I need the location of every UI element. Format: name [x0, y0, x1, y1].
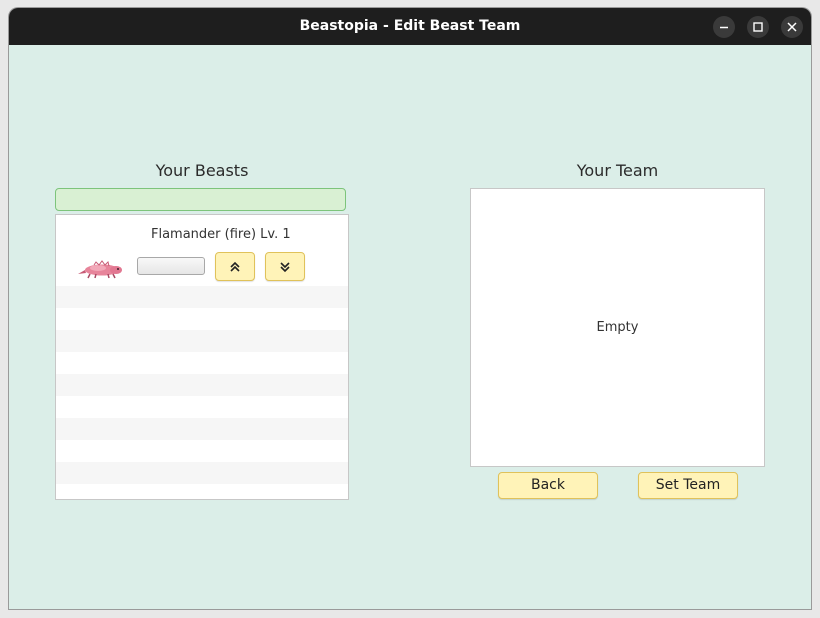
- team-title: Your Team: [576, 161, 659, 180]
- beasts-title: Your Beasts: [155, 161, 249, 180]
- double-chevron-up-icon: [230, 261, 240, 272]
- list-row-empty: [56, 374, 348, 396]
- list-row-empty: [56, 484, 348, 499]
- beast-list[interactable]: Flamander (fire) Lv. 1: [55, 214, 349, 500]
- beast-name-label: Flamander (fire) Lv. 1: [151, 227, 291, 242]
- team-empty-placeholder: Empty: [596, 320, 639, 335]
- list-row-empty: [56, 462, 348, 484]
- close-button[interactable]: [781, 16, 803, 38]
- beast-nickname-input[interactable]: [137, 257, 205, 275]
- list-row-empty: [56, 418, 348, 440]
- beast-search-input[interactable]: [55, 188, 346, 211]
- minimize-button[interactable]: [713, 16, 735, 38]
- title-bar[interactable]: Beastopia - Edit Beast Team: [9, 8, 811, 45]
- double-chevron-down-icon: [280, 261, 290, 272]
- set-team-button[interactable]: Set Team: [638, 472, 738, 499]
- list-row-empty: [56, 396, 348, 418]
- move-up-button[interactable]: [215, 252, 255, 281]
- edit-team-view: Your Beasts Flamander (fire) Lv. 1 Your …: [9, 45, 811, 609]
- list-row-empty: [56, 440, 348, 462]
- list-row-empty: [56, 352, 348, 374]
- maximize-icon: [753, 22, 763, 32]
- window-title: Beastopia - Edit Beast Team: [299, 18, 521, 34]
- list-row-empty: [56, 330, 348, 352]
- maximize-button[interactable]: [747, 16, 769, 38]
- app-window: Beastopia - Edit Beast Team Your Beasts: [9, 8, 811, 609]
- flamander-sprite: [78, 260, 122, 279]
- list-row-empty: [56, 286, 348, 308]
- team-list[interactable]: Empty: [470, 188, 765, 467]
- close-icon: [787, 22, 797, 32]
- move-down-button[interactable]: [265, 252, 305, 281]
- list-row-empty: [56, 308, 348, 330]
- back-button[interactable]: Back: [498, 472, 598, 499]
- minimize-icon: [720, 26, 728, 29]
